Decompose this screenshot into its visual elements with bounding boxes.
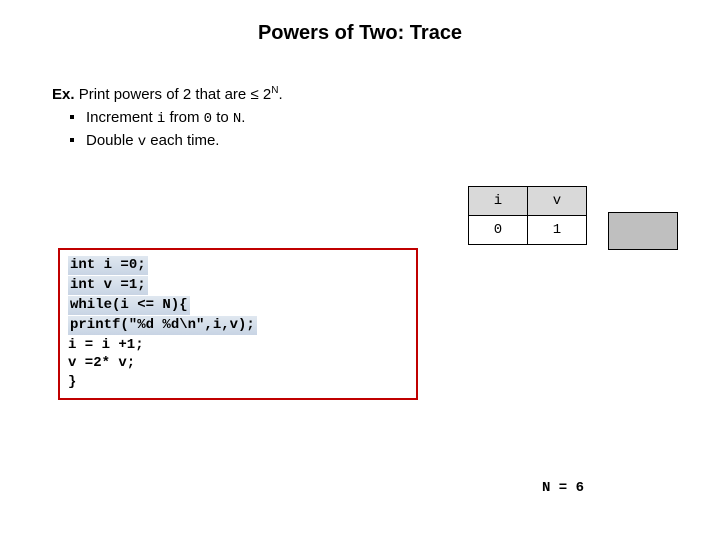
kw-while: while bbox=[70, 297, 112, 313]
b1-code2: 0 bbox=[204, 111, 212, 127]
code-line-5: i = i +1; bbox=[68, 336, 408, 355]
b2-code1: v bbox=[138, 134, 146, 150]
content-block: Ex. Print powers of 2 that are ≤ 2N. Inc… bbox=[52, 85, 668, 152]
leq-symbol: ≤ bbox=[250, 86, 258, 103]
cell-v-0: 1 bbox=[528, 216, 587, 245]
kw-int-2: int bbox=[70, 277, 95, 293]
code-line-4: printf("%d %d\n",i,v); bbox=[68, 316, 408, 336]
trace-table: i v 0 1 bbox=[468, 186, 587, 245]
n-value-label: N = 6 bbox=[542, 480, 584, 496]
code-l3b: (i <= N){ bbox=[112, 297, 188, 313]
ex-period: . bbox=[278, 86, 282, 103]
col-v-header: v bbox=[528, 187, 587, 216]
kw-int-1: int bbox=[70, 257, 95, 273]
bullet-2: Double v each time. bbox=[70, 130, 668, 153]
b1-pre: Increment bbox=[86, 109, 157, 126]
code-line-1: int i =0; bbox=[68, 256, 408, 276]
ex-text: Print powers of 2 that are bbox=[79, 86, 251, 103]
base: 2 bbox=[263, 86, 271, 103]
gray-output-block bbox=[608, 212, 678, 250]
b1-mid: from bbox=[165, 109, 203, 126]
ex-label: Ex. bbox=[52, 86, 75, 103]
code-line-6: v =2* v; bbox=[68, 354, 408, 373]
code-box: int i =0; int v =1; while(i <= N){ print… bbox=[58, 248, 418, 400]
cell-i-0: 0 bbox=[469, 216, 528, 245]
col-i-header: i bbox=[469, 187, 528, 216]
table-header-row: i v bbox=[469, 187, 587, 216]
slide-title: Powers of Two: Trace bbox=[0, 0, 720, 45]
bullet-1: Increment i from 0 to N. bbox=[70, 107, 668, 130]
code-line-7: } bbox=[68, 373, 408, 392]
example-line: Ex. Print powers of 2 that are ≤ 2N. bbox=[52, 85, 668, 103]
b1-mid2: to bbox=[212, 109, 233, 126]
b2-pre: Double bbox=[86, 132, 138, 149]
code-line-3: while(i <= N){ bbox=[68, 296, 408, 316]
code-l1b: i =0; bbox=[95, 257, 145, 273]
b2-mid: each time. bbox=[146, 132, 219, 149]
code-l2b: v =1; bbox=[95, 277, 145, 293]
bullet-list: Increment i from 0 to N. Double v each t… bbox=[70, 107, 668, 152]
table-row: 0 1 bbox=[469, 216, 587, 245]
code-line-2: int v =1; bbox=[68, 276, 408, 296]
b1-post: . bbox=[241, 109, 245, 126]
